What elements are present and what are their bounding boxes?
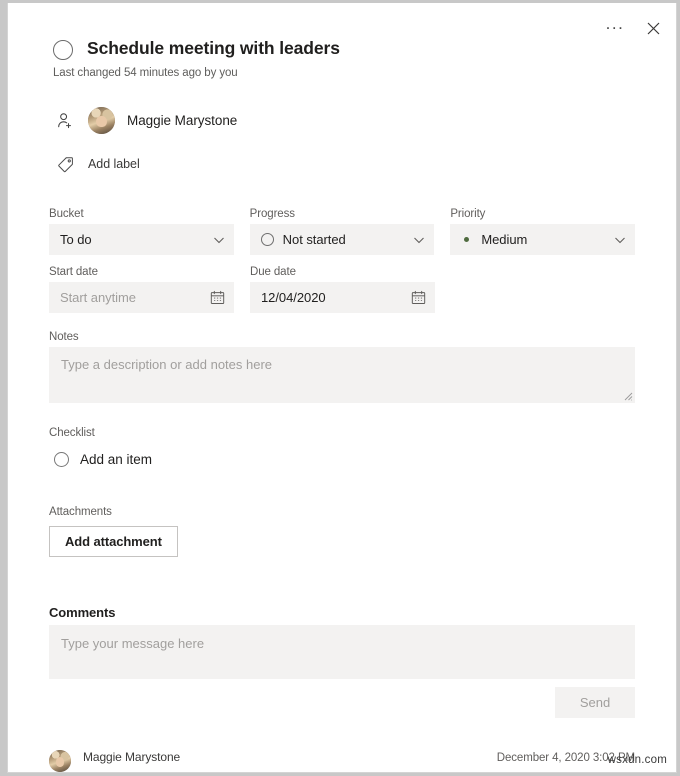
- start-date-label: Start date: [49, 266, 98, 278]
- activity-body: Maggie Marystone December 4, 2020 3:02 P…: [83, 750, 635, 772]
- notes-section: Notes: [49, 331, 635, 403]
- comments-title: Comments: [49, 605, 116, 620]
- bucket-label: Bucket: [49, 208, 84, 220]
- activity-header: Maggie Marystone December 4, 2020 3:02 P…: [83, 750, 635, 764]
- add-attachment-button[interactable]: Add attachment: [49, 526, 178, 557]
- bucket-field: Bucket To do: [49, 208, 234, 255]
- task-header: Schedule meeting with leaders: [49, 37, 635, 60]
- checklist-section: Checklist Add an item: [49, 427, 635, 474]
- checklist-label: Checklist: [49, 427, 95, 439]
- bucket-dropdown[interactable]: To do: [49, 224, 234, 255]
- page-title: Schedule meeting with leaders: [87, 38, 340, 58]
- priority-value: Medium: [481, 232, 528, 247]
- priority-dropdown[interactable]: Medium: [450, 224, 636, 255]
- notes-input[interactable]: [49, 347, 635, 403]
- add-checklist-item[interactable]: Add an item: [49, 444, 635, 474]
- notes-label: Notes: [49, 331, 79, 343]
- comments-section: Comments Send: [49, 605, 635, 718]
- assignee-name: Maggie Marystone: [127, 112, 238, 128]
- chevron-down-icon: [414, 237, 425, 243]
- send-button[interactable]: Send: [555, 687, 635, 718]
- bucket-value: To do: [60, 232, 92, 247]
- due-date-value: 12/04/2020: [261, 290, 326, 305]
- activity-feed: Maggie Marystone December 4, 2020 3:02 P…: [49, 750, 635, 772]
- last-changed-text: Last changed 54 minutes ago by you: [53, 67, 238, 79]
- progress-dropdown[interactable]: Not started: [249, 224, 435, 255]
- due-date-label: Due date: [250, 266, 296, 278]
- assignee-row[interactable]: Maggie Marystone: [49, 103, 635, 137]
- attribute-row: Bucket To do Progress Not started Priori…: [49, 208, 636, 255]
- progress-label: Progress: [249, 208, 295, 220]
- activity-description: New Task Schedule meeting with leaders c…: [83, 771, 635, 772]
- start-date-field: Start date Start anytime: [49, 266, 234, 313]
- attachments-label: Attachments: [49, 506, 112, 518]
- add-person-icon: [54, 109, 76, 131]
- panel-content: Schedule meeting with leaders Last chang…: [8, 3, 676, 772]
- add-label-text: Add label: [88, 157, 140, 171]
- not-started-icon: [260, 233, 274, 246]
- send-row: Send: [49, 687, 635, 718]
- calendar-icon: [411, 290, 426, 304]
- tag-icon: [54, 153, 76, 175]
- avatar: [49, 750, 71, 772]
- activity-author: Maggie Marystone: [83, 750, 181, 764]
- due-date-field: Due date 12/04/2020: [250, 266, 435, 313]
- avatar: [88, 106, 115, 134]
- screen-root: ... Schedule meeting with leaders Last c…: [0, 0, 680, 776]
- comment-input[interactable]: [49, 625, 635, 679]
- calendar-icon: [210, 290, 225, 304]
- chevron-down-icon: [615, 237, 625, 243]
- priority-field: Priority Medium: [450, 208, 636, 255]
- task-detail-panel: ... Schedule meeting with leaders Last c…: [7, 3, 677, 773]
- due-date-input[interactable]: 12/04/2020: [250, 282, 435, 313]
- priority-label: Priority: [450, 208, 486, 220]
- progress-value: Not started: [282, 232, 346, 247]
- notes-wrapper: [49, 347, 635, 403]
- progress-field: Progress Not started: [249, 208, 435, 255]
- task-complete-checkbox[interactable]: [53, 40, 73, 60]
- activity-entry: Maggie Marystone December 4, 2020 3:02 P…: [49, 750, 635, 772]
- start-date-input[interactable]: Start anytime: [49, 282, 234, 313]
- add-item-text: Add an item: [80, 451, 153, 467]
- start-date-value: Start anytime: [60, 290, 136, 305]
- chevron-down-icon: [213, 237, 224, 243]
- watermark: wsxdn.com: [607, 754, 667, 766]
- date-row: Start date Start anytime Due date 12/04/…: [49, 266, 635, 313]
- checklist-circle-icon: [54, 451, 69, 467]
- priority-dot-icon: [464, 237, 470, 242]
- add-label-row[interactable]: Add label: [49, 147, 635, 181]
- attachments-section: Attachments Add attachment: [49, 506, 635, 557]
